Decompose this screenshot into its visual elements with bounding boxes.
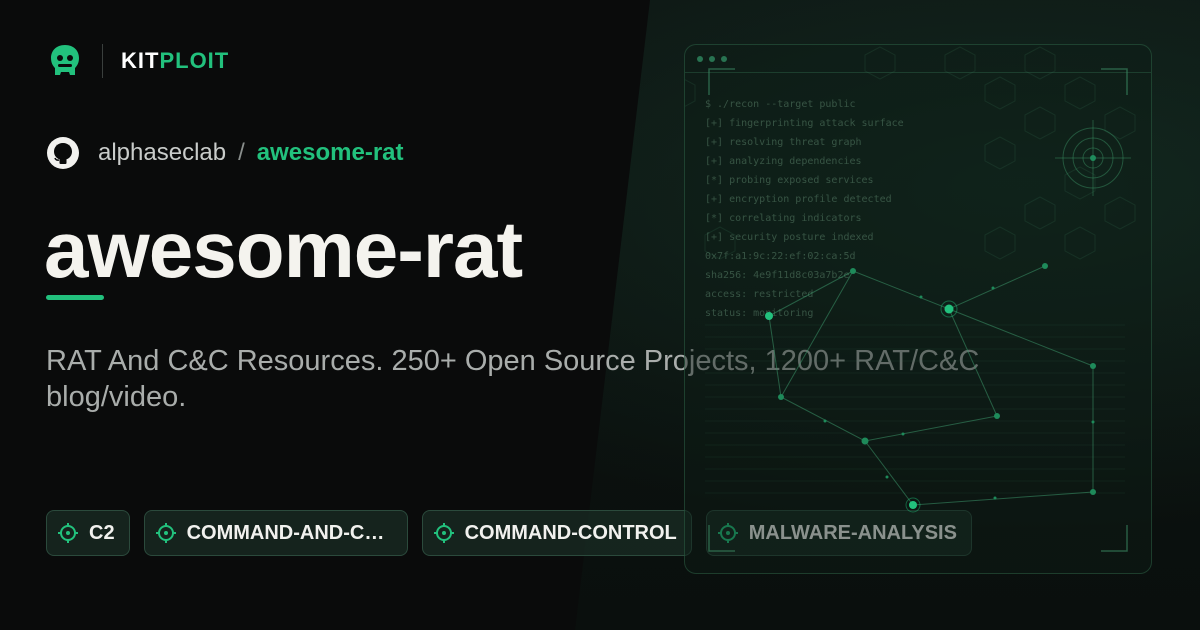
github-icon	[47, 137, 79, 169]
page-title: awesome-rat	[44, 205, 523, 294]
network-graph-decoration	[685, 46, 1136, 552]
tag-label: C2	[89, 521, 115, 544]
repo-name[interactable]: awesome-rat	[257, 139, 404, 167]
repo-separator: /	[238, 139, 245, 166]
crosshair-icon	[155, 523, 176, 543]
terminal-panel: $ ./recon --target public [+] fingerprin…	[684, 44, 1152, 574]
title-underline	[46, 295, 104, 300]
brand-header[interactable]: KITPLOIT	[46, 42, 229, 80]
brand-name-ploit: PLOIT	[159, 48, 230, 73]
brand-name-kit: KIT	[121, 48, 160, 73]
tag-label: COMMAND-AND-CO...	[186, 521, 393, 544]
tag-command-and-control[interactable]: COMMAND-AND-CO...	[143, 510, 408, 556]
crosshair-icon	[433, 523, 454, 543]
tag-command-control[interactable]: COMMAND-CONTROL	[421, 510, 692, 556]
brand-name: KITPLOIT	[121, 48, 229, 74]
crosshair-icon	[58, 523, 78, 543]
tag-c2[interactable]: C2	[46, 510, 130, 556]
tag-label: COMMAND-CONTROL	[464, 521, 677, 544]
brand-divider	[102, 44, 103, 78]
repo-owner[interactable]: alphaseclab	[98, 139, 226, 167]
kitploit-logo-icon	[51, 45, 79, 75]
repo-breadcrumb: alphaseclab / awesome-rat	[46, 135, 404, 171]
